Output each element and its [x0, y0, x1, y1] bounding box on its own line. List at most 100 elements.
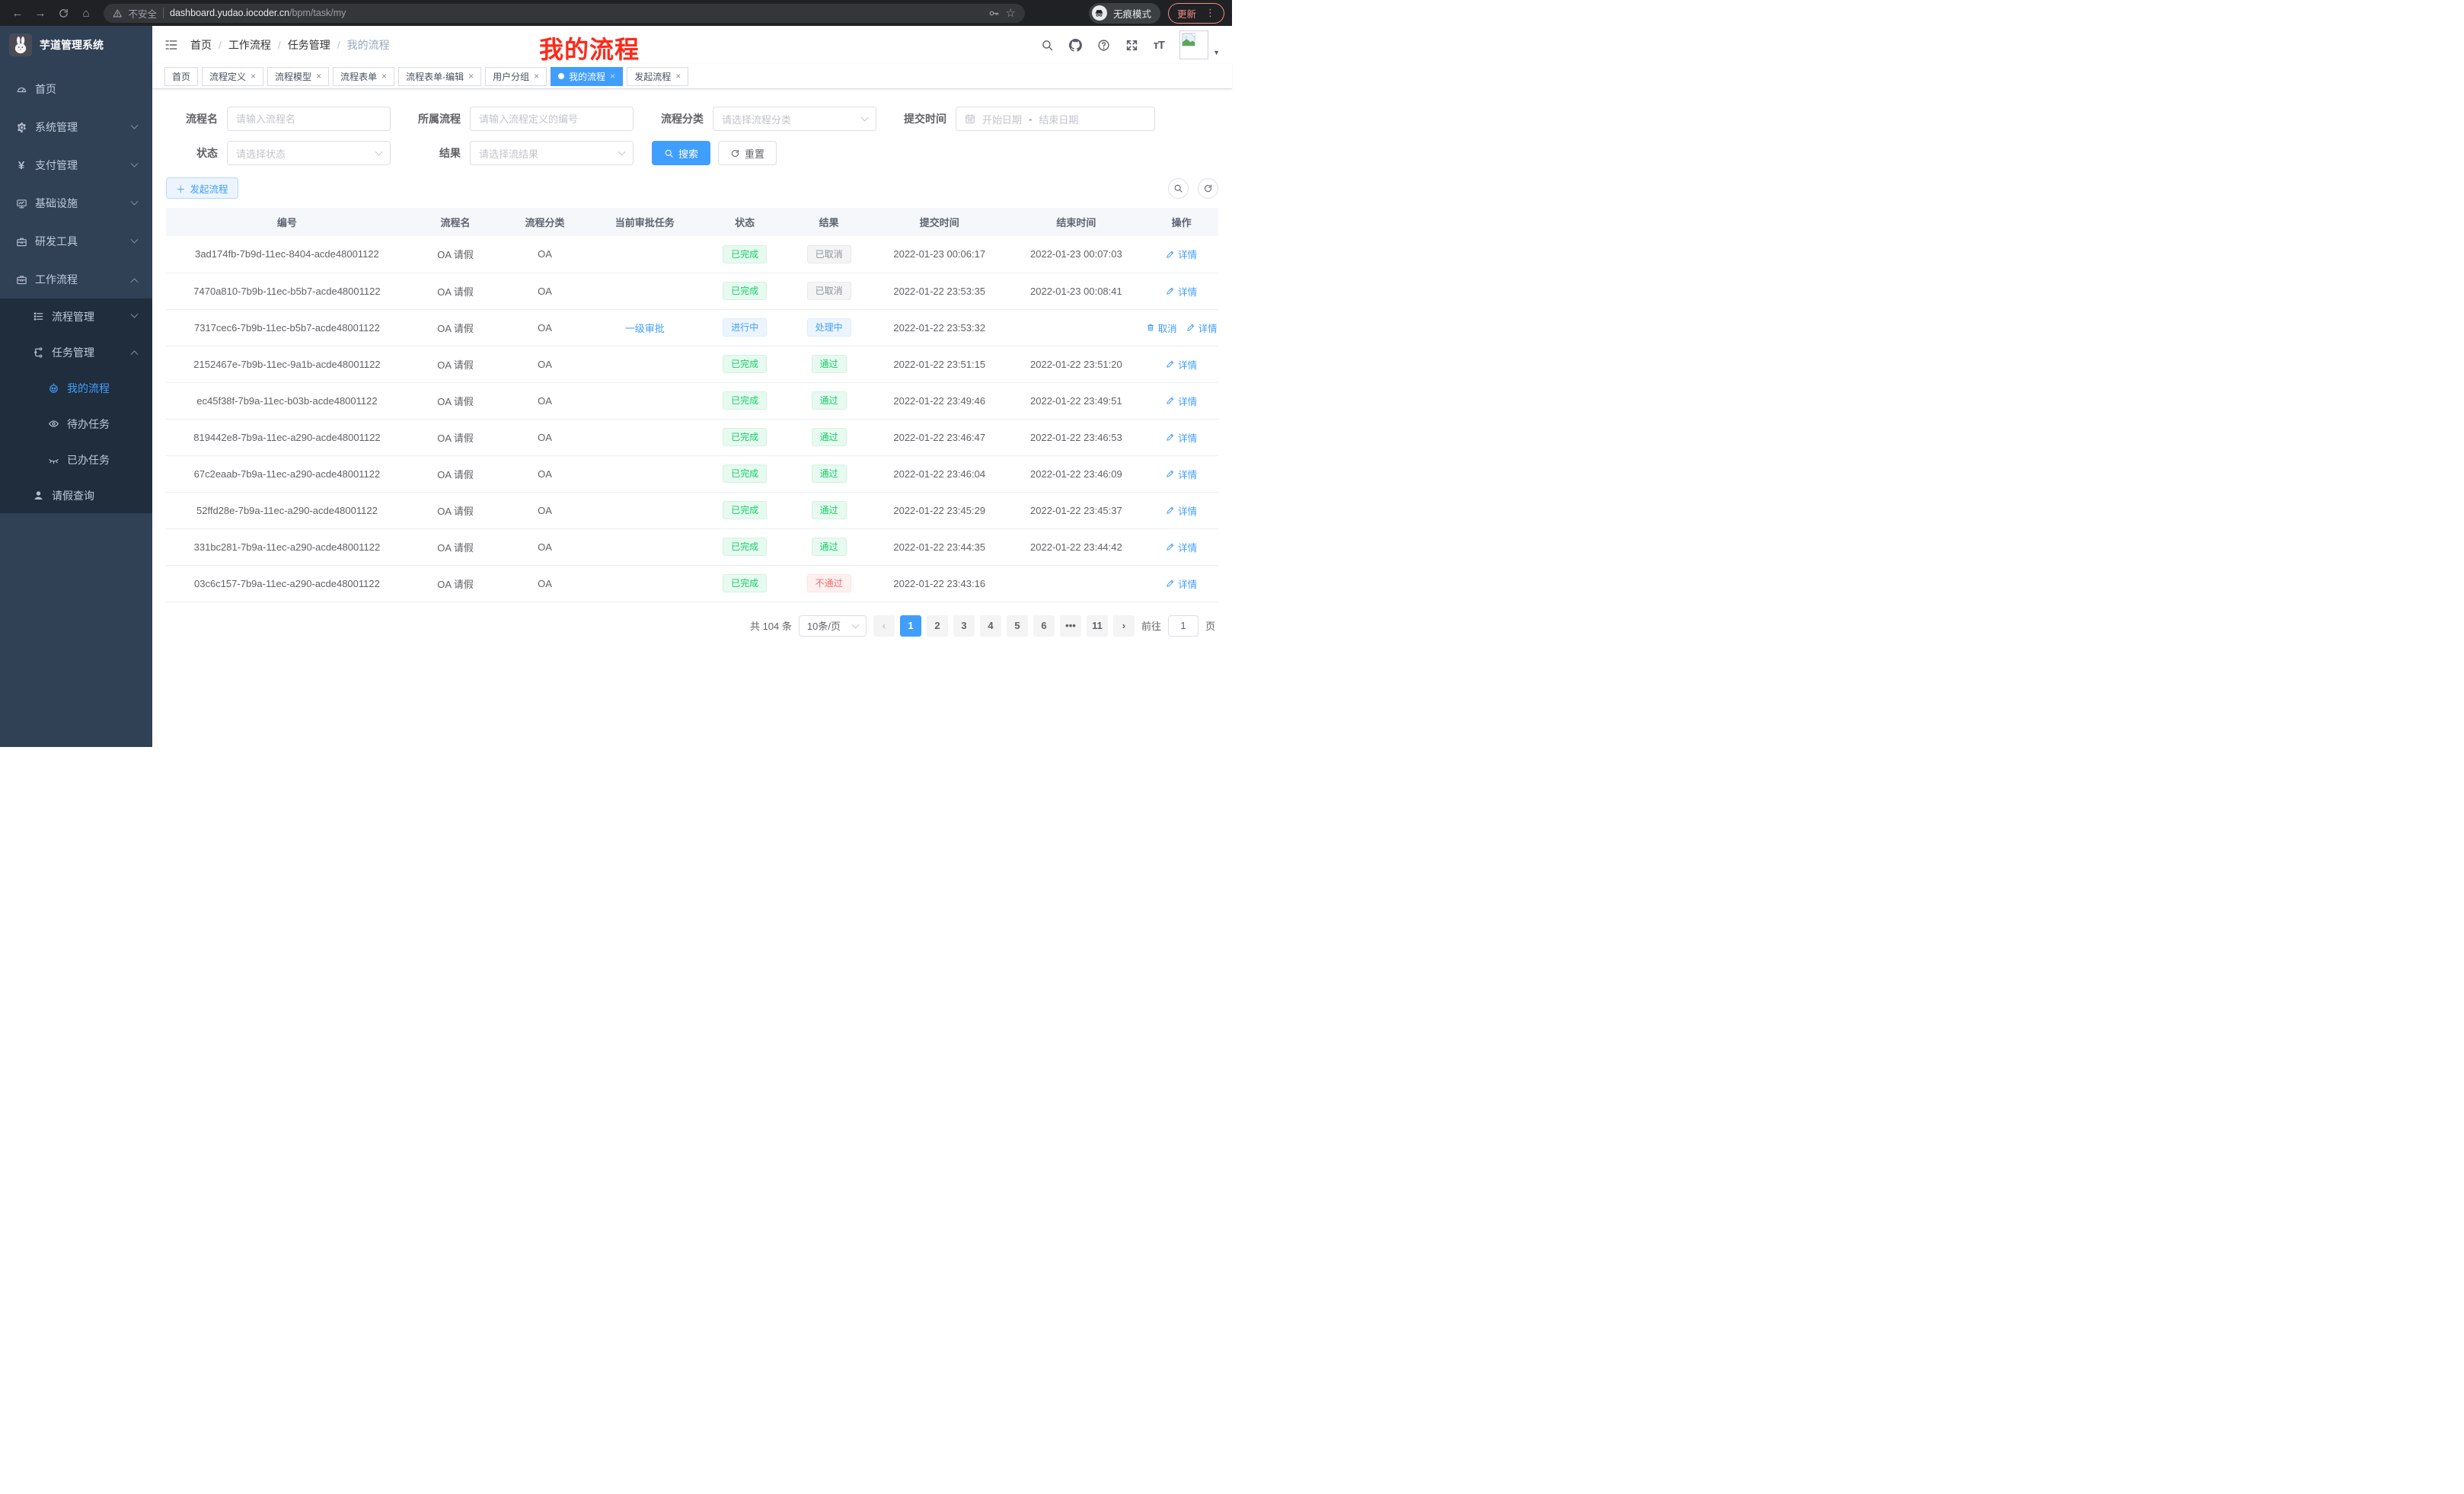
- row-status: 已完成: [703, 565, 787, 602]
- process-name-input[interactable]: [227, 107, 391, 131]
- row-category: OA: [503, 455, 587, 492]
- reset-button[interactable]: 重置: [718, 141, 777, 165]
- page-button-3[interactable]: 3: [953, 615, 975, 637]
- search-button[interactable]: 搜索: [652, 141, 710, 165]
- page-button-1[interactable]: 1: [900, 615, 921, 637]
- help-icon[interactable]: [1097, 39, 1110, 52]
- tab-我的流程[interactable]: 我的流程×: [551, 67, 623, 86]
- page-button-6[interactable]: 6: [1033, 615, 1055, 637]
- detail-link[interactable]: 详情: [1166, 284, 1197, 298]
- update-button[interactable]: 更新 ⋮: [1168, 3, 1224, 24]
- process-key-input[interactable]: [470, 107, 634, 131]
- start-process-button[interactable]: ＋ 发起流程: [166, 177, 238, 199]
- sidebar-item-我的流程[interactable]: 我的流程: [0, 370, 152, 406]
- cancel-link[interactable]: 取消: [1146, 321, 1177, 335]
- address-bar[interactable]: 不安全 dashboard.yudao.iocoder.cn/bpm/task/…: [104, 4, 1025, 23]
- category-select[interactable]: 请选择流程分类: [713, 107, 876, 131]
- sidebar-item-基础设施[interactable]: 基础设施: [0, 184, 152, 222]
- tab-close-icon[interactable]: ×: [534, 71, 539, 81]
- table-row: 819442e8-7b9a-11ec-a290-acde48001122OA 请…: [166, 419, 1218, 455]
- column-header: 流程名: [408, 208, 503, 236]
- breadcrumb-item[interactable]: 工作流程: [228, 37, 271, 53]
- goto-page-input[interactable]: [1168, 615, 1198, 637]
- tab-close-icon[interactable]: ×: [251, 71, 256, 81]
- sidebar-item-请假查询[interactable]: 请假查询: [0, 477, 152, 513]
- app-title: 芋道管理系统: [40, 37, 104, 53]
- sidebar-item-工作流程[interactable]: 工作流程: [0, 260, 152, 298]
- bookmark-star-icon[interactable]: ☆: [1006, 6, 1016, 20]
- key-icon[interactable]: [988, 8, 1000, 19]
- breadcrumb-item[interactable]: 任务管理: [288, 37, 330, 53]
- tab-发起流程[interactable]: 发起流程 ×: [627, 67, 688, 86]
- detail-link[interactable]: 详情: [1166, 247, 1197, 261]
- row-current-task: [587, 382, 703, 419]
- row-status: 已完成: [703, 455, 787, 492]
- tab-label: 发起流程: [634, 70, 671, 83]
- detail-link[interactable]: 详情: [1186, 321, 1218, 335]
- detail-link[interactable]: 详情: [1166, 357, 1197, 372]
- action-label: 详情: [1178, 357, 1197, 372]
- tab-close-icon[interactable]: ×: [675, 71, 681, 81]
- page-size-select[interactable]: 10条/页: [799, 615, 867, 637]
- status-badge: 已完成: [723, 574, 767, 592]
- page-button-2[interactable]: 2: [927, 615, 948, 637]
- tab-流程模型[interactable]: 流程模型×: [267, 67, 329, 86]
- font-size-icon[interactable]: тT: [1154, 39, 1165, 52]
- detail-link[interactable]: 详情: [1166, 576, 1197, 591]
- detail-link[interactable]: 详情: [1166, 430, 1197, 445]
- detail-link[interactable]: 详情: [1166, 540, 1197, 554]
- tab-流程定义[interactable]: 流程定义×: [202, 67, 263, 86]
- action-label: 详情: [1178, 284, 1197, 298]
- page-ellipsis[interactable]: •••: [1060, 615, 1081, 637]
- tab-close-icon[interactable]: ×: [381, 71, 387, 81]
- user-avatar[interactable]: ▼: [1179, 30, 1220, 59]
- browser-menu-icon[interactable]: ⋮: [1205, 7, 1215, 19]
- github-icon[interactable]: [1069, 39, 1082, 52]
- row-category: OA: [503, 419, 587, 455]
- row-submit-time: 2022-01-22 23:45:29: [871, 492, 1008, 528]
- sidebar-item-支付管理[interactable]: ¥支付管理: [0, 146, 152, 184]
- tab-流程表单[interactable]: 流程表单×: [333, 67, 394, 86]
- sidebar-item-待办任务[interactable]: 待办任务: [0, 406, 152, 442]
- logo-row[interactable]: 芋道管理系统: [0, 26, 152, 64]
- detail-link[interactable]: 详情: [1166, 467, 1197, 481]
- prev-page-button[interactable]: ‹: [873, 615, 895, 637]
- page-button-5[interactable]: 5: [1007, 615, 1028, 637]
- status-select[interactable]: 请选择状态: [227, 141, 391, 165]
- sidebar-collapse-icon[interactable]: [164, 38, 178, 52]
- next-page-button[interactable]: ›: [1113, 615, 1135, 637]
- task-link[interactable]: 一级审批: [625, 323, 665, 334]
- fullscreen-icon[interactable]: [1125, 39, 1138, 52]
- detail-link[interactable]: 详情: [1166, 394, 1197, 408]
- sidebar-item-流程管理[interactable]: 流程管理: [0, 298, 152, 334]
- submit-time-range[interactable]: 开始日期 - 结束日期: [956, 107, 1155, 131]
- sidebar-item-已办任务[interactable]: 已办任务: [0, 442, 152, 477]
- sidebar-item-研发工具[interactable]: 研发工具: [0, 222, 152, 260]
- page-button-4[interactable]: 4: [980, 615, 1001, 637]
- tab-流程表单-编辑[interactable]: 流程表单-编辑×: [398, 67, 481, 86]
- tab-close-icon[interactable]: ×: [316, 71, 321, 81]
- result-badge: 通过: [812, 391, 847, 410]
- home-icon[interactable]: ⌂: [76, 3, 96, 23]
- row-id: 52ffd28e-7b9a-11ec-a290-acde48001122: [166, 492, 408, 528]
- result-select[interactable]: 请选择流结果: [470, 141, 634, 165]
- tab-close-icon[interactable]: ×: [610, 71, 615, 81]
- row-status: 已完成: [703, 273, 787, 309]
- breadcrumb-item[interactable]: 首页: [190, 37, 212, 53]
- tab-close-icon[interactable]: ×: [468, 71, 474, 81]
- tab-首页[interactable]: 首页: [164, 67, 198, 86]
- page-button-11[interactable]: 11: [1087, 615, 1108, 637]
- sidebar-item-任务管理[interactable]: 任务管理: [0, 334, 152, 370]
- row-end-time: 2022-01-22 23:49:51: [1008, 382, 1145, 419]
- refresh-table-button[interactable]: [1198, 178, 1218, 199]
- table-row: 3ad174fb-7b9d-11ec-8404-acde48001122OA 请…: [166, 236, 1218, 273]
- sidebar-item-首页[interactable]: 首页: [0, 70, 152, 108]
- detail-link[interactable]: 详情: [1166, 503, 1197, 518]
- show-search-button[interactable]: [1168, 178, 1189, 199]
- tab-用户分组[interactable]: 用户分组×: [485, 67, 547, 86]
- search-icon[interactable]: [1041, 39, 1054, 52]
- reload-icon[interactable]: [53, 3, 73, 23]
- forward-icon[interactable]: →: [30, 3, 50, 23]
- back-icon[interactable]: ←: [8, 3, 27, 23]
- sidebar-item-系统管理[interactable]: 系统管理: [0, 108, 152, 146]
